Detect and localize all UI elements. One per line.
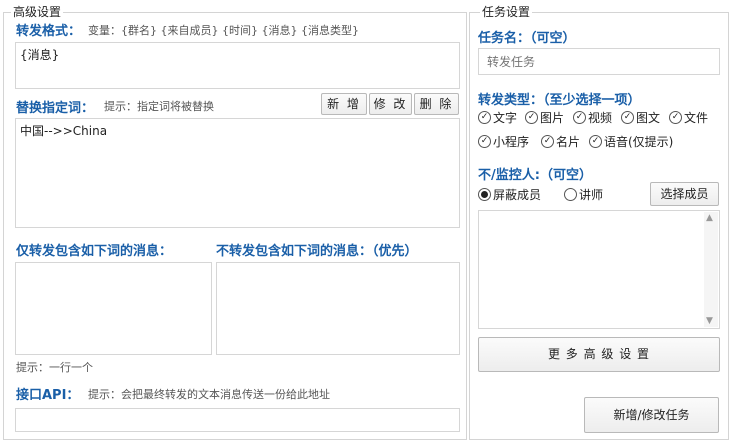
- delete-replace-button[interactable]: 删 除: [414, 93, 459, 115]
- type-video-checkbox[interactable]: ✓ 视频: [573, 109, 612, 126]
- replace-words-hint: 提示：指定词将被替换: [104, 100, 214, 113]
- type-image-checkbox[interactable]: ✓ 图片: [525, 109, 564, 126]
- member-list-scrollbar[interactable]: ▲ ▼: [704, 212, 718, 327]
- add-replace-button[interactable]: 新 增: [321, 93, 367, 115]
- forward-type-label: 转发类型：（至少选择一项）: [478, 93, 641, 108]
- forward-format-hint: 变量：{群名} {来自成员} {时间} {消息} {消息类型}: [88, 24, 359, 37]
- exclude-words-textarea[interactable]: [216, 262, 460, 355]
- type-voice-checkbox[interactable]: ✓ 语音(仅提示): [589, 133, 673, 150]
- select-member-button[interactable]: 选择成员: [650, 182, 719, 206]
- include-words-textarea[interactable]: [15, 262, 212, 355]
- radio-empty-icon: [564, 188, 577, 201]
- one-per-line-hint: 提示：一行一个: [16, 361, 93, 374]
- task-settings-title: 任务设置: [480, 5, 533, 19]
- task-name-label: 任务名：（可空）: [478, 31, 576, 46]
- check-icon: ✓: [573, 111, 586, 124]
- task-name-input[interactable]: [478, 48, 720, 75]
- block-member-radio[interactable]: 屏蔽成员: [478, 186, 541, 203]
- type-article-checkbox[interactable]: ✓ 图文: [621, 109, 660, 126]
- exclude-words-label: 不转发包含如下词的消息：（优先）: [216, 244, 418, 259]
- check-icon: ✓: [525, 111, 538, 124]
- type-card-checkbox[interactable]: ✓ 名片: [541, 133, 580, 150]
- check-icon: ✓: [669, 111, 682, 124]
- check-icon: ✓: [621, 111, 634, 124]
- type-file-checkbox[interactable]: ✓ 文件: [669, 109, 708, 126]
- replace-words-textarea[interactable]: 中国-->>China: [15, 118, 460, 228]
- lecturer-radio[interactable]: 讲师: [564, 186, 603, 203]
- monitor-label: 不/监控人:（可空）: [478, 168, 592, 183]
- type-text-checkbox[interactable]: ✓ 文字: [478, 109, 517, 126]
- scroll-up-icon[interactable]: ▲: [706, 213, 713, 223]
- api-label: 接口API：: [16, 388, 80, 403]
- member-list[interactable]: ▲ ▼: [478, 210, 720, 329]
- include-words-label: 仅转发包含如下词的消息：: [16, 244, 173, 259]
- replace-words-label: 替换指定词：: [16, 101, 95, 116]
- radio-selected-icon: [478, 188, 491, 201]
- api-input[interactable]: [15, 408, 460, 432]
- scroll-down-icon[interactable]: ▼: [706, 316, 713, 326]
- advanced-settings-title: 高级设置: [11, 5, 64, 19]
- more-settings-button[interactable]: 更 多 高 级 设 置: [478, 337, 720, 372]
- save-task-button[interactable]: 新增/修改任务: [584, 397, 719, 433]
- check-icon: ✓: [478, 135, 491, 148]
- forward-format-label: 转发格式：: [16, 24, 82, 39]
- forward-format-textarea[interactable]: {消息}: [15, 42, 460, 89]
- check-icon: ✓: [478, 111, 491, 124]
- check-icon: ✓: [541, 135, 554, 148]
- type-miniprogram-checkbox[interactable]: ✓ 小程序: [478, 133, 529, 150]
- edit-replace-button[interactable]: 修 改: [369, 93, 412, 115]
- api-hint: 提示：会把最终转发的文本消息传送一份给此地址: [88, 388, 330, 401]
- check-icon: ✓: [589, 135, 602, 148]
